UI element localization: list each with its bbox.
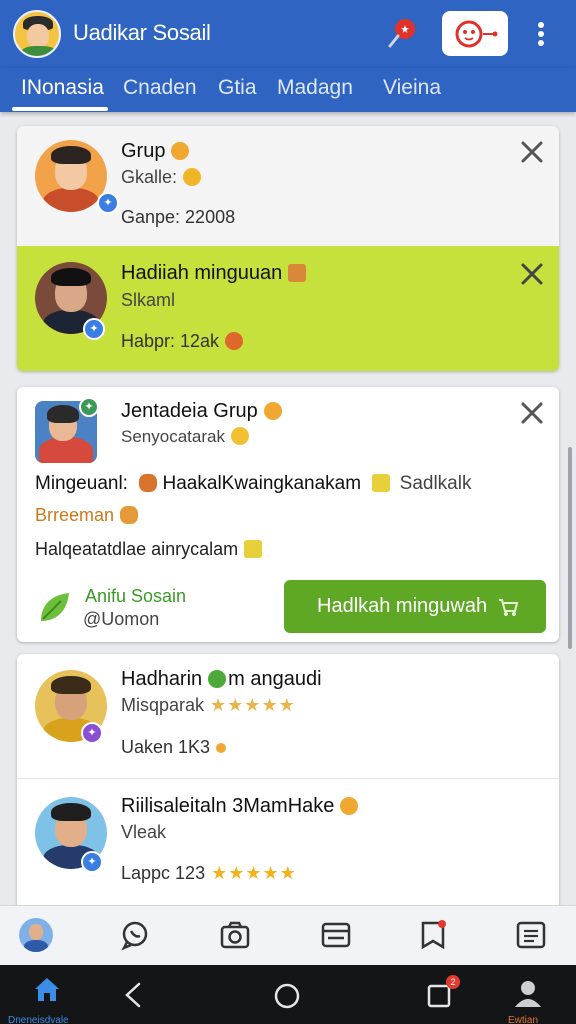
footer-name[interactable]: Anifu Sosain xyxy=(85,586,186,607)
emoji-icon xyxy=(225,332,244,350)
item-meta: Uaken 1K3 xyxy=(121,737,211,757)
member-card: ✦ Hadharin m angaudi Misqparak ★★★★★ Uaken… xyxy=(17,654,559,905)
leaf-icon xyxy=(41,593,69,621)
rank-badge-icon: ✦ xyxy=(81,722,103,744)
emoji-icon xyxy=(120,506,139,524)
list-item[interactable]: ✦ Grup Gkalle: Ganpe: 22008 xyxy=(17,126,559,246)
emoji-icon xyxy=(171,142,190,160)
post-title: Jentadeia Grup xyxy=(121,400,258,422)
item-meta: Ganpe: 22008 xyxy=(121,207,236,227)
home-label: Dneneisdvale xyxy=(8,1015,69,1024)
emoji-icon xyxy=(340,797,359,815)
home-icon[interactable] xyxy=(32,975,62,1003)
emoji-icon xyxy=(216,743,227,753)
close-icon[interactable] xyxy=(519,400,545,426)
emoji-icon xyxy=(263,402,282,420)
item-subtitle: Vleak xyxy=(121,822,167,842)
post-line1-tail: Sadlkalk xyxy=(399,473,472,494)
item-subtitle: Gkalle: xyxy=(121,167,178,187)
more-vert-icon[interactable] xyxy=(528,18,554,50)
scrollbar[interactable] xyxy=(568,447,572,649)
item-title: Riilisaleitaln 3MamHake xyxy=(121,795,335,817)
gift-emoji-icon xyxy=(288,264,307,282)
item-subtitle: Misqparak xyxy=(121,695,205,715)
chat-icon[interactable] xyxy=(118,918,152,952)
list-item[interactable]: ✦ Riilisaleitaln 3MamHake Vleak Lappc 12… xyxy=(17,779,559,905)
profile-tab-avatar[interactable] xyxy=(19,918,53,952)
tab-madagn[interactable]: Madagn xyxy=(277,76,353,100)
post-line1-text: HaakalKwaingkanakam xyxy=(162,473,362,494)
camera-icon[interactable] xyxy=(218,918,252,952)
app-logo-avatar[interactable] xyxy=(13,10,61,58)
post-line3: Halqeatatdlae ainrycalam xyxy=(35,539,239,559)
system-nav-bar: Dneneisdvale 2 Ewtian xyxy=(0,965,576,1024)
close-icon[interactable] xyxy=(519,139,545,165)
item-title: Hadiiah minguuan xyxy=(121,262,283,284)
app-title: Uadikar Sosail xyxy=(73,20,211,45)
tab-inonasia[interactable]: INonasia xyxy=(21,76,104,100)
rating-stars-icon: ★★★★★ xyxy=(210,695,296,715)
group-card: ✦ Grup Gkalle: Ganpe: 22008 ✦ Hadiiah mi… xyxy=(17,126,559,371)
post-line2: Brreeman xyxy=(35,505,115,525)
post-card: ✦ Jentadeia Grup Senyocatarak Mingeuanl:… xyxy=(17,387,559,642)
emoji-icon xyxy=(372,474,391,492)
wallet-icon[interactable] xyxy=(319,918,353,952)
list-item[interactable]: ✦ Hadharin m angaudi Misqparak ★★★★★ Uaken… xyxy=(17,654,559,778)
app-bar: Uadikar Sosail xyxy=(0,0,576,68)
item-title: Grup xyxy=(121,140,166,162)
tab-gtia[interactable]: Gtia xyxy=(218,76,257,100)
rating-stars-icon: ★★★★★ xyxy=(211,863,297,883)
item-subtitle: Slkaml xyxy=(121,290,176,310)
recents-circle-icon[interactable] xyxy=(272,981,302,1011)
emoji-icon xyxy=(208,670,227,688)
verified-badge-icon: ✦ xyxy=(81,851,103,873)
user-icon[interactable] xyxy=(512,977,544,1009)
bottom-nav xyxy=(0,905,576,965)
weekly-gift-button[interactable]: Hadlkah minguwah xyxy=(284,580,546,633)
mascot-icon xyxy=(455,20,498,47)
notes-icon[interactable] xyxy=(416,918,450,952)
tab-bar: INonasia Cnaden Gtia Madagn Vieina xyxy=(0,68,576,112)
notification-count-badge: 2 xyxy=(446,975,460,989)
close-icon[interactable] xyxy=(519,261,545,287)
tab-cnaden[interactable]: Cnaden xyxy=(123,76,197,100)
emoji-icon xyxy=(183,168,202,186)
emoji-icon xyxy=(139,474,158,492)
pin-icon[interactable] xyxy=(385,16,419,50)
item-meta: Lappc 123 xyxy=(121,863,206,883)
post-subtitle: Senyocatarak xyxy=(121,427,225,446)
tab-vieina[interactable]: Vieina xyxy=(383,76,441,100)
group-badge-icon: ✦ xyxy=(79,397,99,417)
item-title: Hadharin xyxy=(121,668,203,690)
emoji-icon xyxy=(244,540,263,558)
notification-badge-button[interactable] xyxy=(442,11,508,56)
emoji-icon xyxy=(230,427,249,445)
verified-badge-icon: ✦ xyxy=(97,192,119,214)
cart-icon xyxy=(499,598,519,616)
list-icon[interactable] xyxy=(514,918,548,952)
active-tab-indicator xyxy=(12,107,108,111)
item-meta: Habpr: 12ak xyxy=(121,331,220,351)
profile-label: Ewtian xyxy=(508,1015,539,1024)
list-item-highlighted[interactable]: ✦ Hadiiah minguuan Slkaml Habpr: 12ak xyxy=(17,246,559,371)
back-icon[interactable] xyxy=(122,981,144,1009)
cta-label: Hadlkah minguwah xyxy=(317,595,488,617)
footer-handle: @Uomon xyxy=(83,609,160,629)
verified-badge-icon: ✦ xyxy=(83,318,105,340)
item-title-tail: m angaudi xyxy=(228,668,322,690)
post-line1-label: Mingeuanl: xyxy=(35,473,128,494)
